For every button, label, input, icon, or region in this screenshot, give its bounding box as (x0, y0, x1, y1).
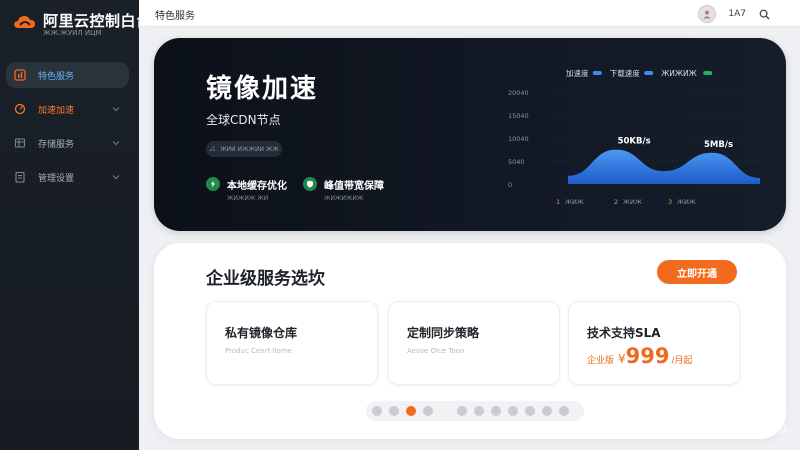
card-title: 技术支持SLA (587, 326, 661, 340)
legend-swatch (703, 71, 713, 75)
bolt-icon (206, 177, 220, 191)
brand-subtitle: ЖЖ.ЖУИЛ ИЦМ (43, 29, 102, 37)
app-root: 阿里云控制白台 ЖЖ.ЖУИЛ ИЦМ 特色服务 加速加速 存储服务 管理设置 … (0, 0, 800, 450)
price-currency: ¥ (618, 352, 626, 366)
hero-tag-text: ЖИИ ИЖЖИИ ЖЖ (220, 145, 279, 153)
shield-icon (303, 177, 317, 191)
data-label: 50KB/s (618, 137, 651, 147)
page-title: 特色服务 (155, 11, 195, 22)
card-title: 定制同步策略 (407, 326, 480, 340)
feature-local-cache: 本地缓存优化 ЖИЖИЖ ЖИ (206, 177, 287, 202)
pager-dot[interactable] (491, 406, 501, 416)
sidebar-item-acceleration[interactable]: 加速加速 (6, 96, 129, 122)
sidebar-item-management[interactable]: 管理设置 (6, 164, 129, 190)
pager-dot[interactable] (559, 406, 569, 416)
pager-dot[interactable] (406, 406, 416, 416)
price-unit: /月起 (671, 356, 693, 366)
topbar-actions: 1A7 (698, 5, 770, 23)
sidebar-item-label: 加速加速 (38, 105, 75, 116)
y-tick-label: 0 (508, 181, 512, 189)
download-speed-area (568, 149, 760, 184)
feature-desc: ЖИЖИЖИЖ (324, 195, 364, 202)
service-card-sync-strategy[interactable]: 定制同步策略 Aeose Olce Toon (388, 301, 560, 385)
legend-swatch (592, 71, 602, 75)
pager-dot[interactable] (508, 406, 518, 416)
x-tick-label: ЖИЖ (623, 198, 642, 206)
x-tick-label: ЖИЖ (677, 198, 696, 206)
hero-subtitle: 全球CDN节点 (206, 113, 281, 127)
enterprise-section: 企业级服务选坎 立即开通 私有镜像仓库 Produc Cenrt Ilome 定… (154, 243, 786, 439)
brand[interactable]: 阿里云控制白台 ЖЖ.ЖУИЛ ИЦМ (12, 8, 151, 38)
feature-title: 峰值带宽保障 (324, 181, 384, 192)
x-tick-marker: 2 (614, 198, 618, 206)
price-label: 企业版 ¥ 999 /月起 (587, 344, 693, 368)
search-icon[interactable] (758, 8, 770, 20)
speed-area-chart: 加速度 下载速度 ЖИЖИЖ 20040 15040 10040 5040 0 50KB/s… (508, 68, 770, 206)
sidebar-item-storage[interactable]: 存储服务 (6, 130, 129, 156)
hero-title: 镜像加速 (206, 74, 319, 104)
topbar: 特色服务 1A7 (139, 0, 800, 27)
legend-label: 下载速度 (610, 68, 640, 78)
activate-now-button[interactable]: 立即开通 (657, 260, 737, 284)
clipboard-icon (14, 171, 26, 183)
hero-banner: 镜像加速 全球CDN节点 ЖИИ ИЖЖИИ ЖЖ 本地缓存优化 ЖИЖИЖ Ж… (154, 38, 786, 231)
y-tick-label: 5040 (508, 158, 525, 166)
pager-dot[interactable] (474, 406, 484, 416)
y-tick-label: 20040 (508, 89, 529, 97)
section-title: 企业级服务选坎 (206, 269, 325, 289)
link-icon (209, 145, 216, 151)
legend-swatch (644, 71, 654, 75)
pager-dot[interactable] (542, 406, 552, 416)
pager-dot[interactable] (389, 406, 399, 416)
sidebar-item-label: 存储服务 (38, 139, 75, 150)
data-label: 5MB/s (704, 140, 733, 150)
carousel-pager (366, 401, 584, 421)
watermark: 豆包AI生成 (743, 426, 788, 436)
feature-title: 本地缓存优化 (227, 181, 287, 192)
chevron-down-icon[interactable] (111, 104, 121, 114)
sidebar: 阿里云控制白台 ЖЖ.ЖУИЛ ИЦМ 特色服务 加速加速 存储服务 管理设置 (0, 0, 151, 450)
brand-title: 阿里云控制白台 (43, 12, 152, 30)
chevron-down-icon[interactable] (111, 138, 121, 148)
legend-label: ЖИЖИЖ (661, 69, 696, 78)
x-tick-label: ЖИЖ (565, 198, 584, 206)
x-tick-marker: 1 (556, 198, 560, 206)
y-tick-label: 15040 (508, 112, 529, 120)
pager-dot[interactable] (423, 406, 433, 416)
avatar-icon[interactable] (698, 5, 717, 23)
sidebar-nav: 特色服务 加速加速 存储服务 管理设置 (0, 62, 139, 198)
price-amount: 999 (625, 344, 670, 368)
cloud-logo-icon (14, 15, 36, 28)
user-label[interactable]: 1A7 (728, 9, 746, 19)
pager-dot[interactable] (372, 406, 382, 416)
card-subtitle: Produc Cenrt Ilome (225, 347, 292, 355)
legend-label: 加速度 (566, 68, 589, 78)
sidebar-item-label: 特色服务 (38, 71, 75, 82)
feature-desc: ЖИЖИЖ ЖИ (227, 195, 269, 202)
sidebar-item-featured-services[interactable]: 特色服务 (6, 62, 129, 88)
price-prefix: 企业版 (587, 356, 615, 366)
hero-tag-pill[interactable]: ЖИИ ИЖЖИИ ЖЖ (206, 141, 282, 157)
feature-bandwidth: 峰值带宽保障 ЖИЖИЖИЖ (303, 177, 384, 202)
sidebar-item-label: 管理设置 (38, 173, 75, 184)
table-icon (14, 137, 26, 149)
card-subtitle: Aeose Olce Toon (407, 347, 465, 355)
service-card-tech-support-sla[interactable]: 技术支持SLA 企业版 ¥ 999 /月起 (568, 301, 740, 385)
y-tick-label: 10040 (508, 135, 529, 143)
pager-dot[interactable] (457, 406, 467, 416)
service-card-private-registry[interactable]: 私有镜像仓库 Produc Cenrt Ilome (206, 301, 378, 385)
chevron-down-icon[interactable] (111, 172, 121, 182)
pager-dot[interactable] (525, 406, 535, 416)
speed-icon (14, 103, 26, 115)
x-tick-marker: 3 (668, 198, 672, 206)
bar-chart-icon (14, 69, 26, 81)
card-title: 私有镜像仓库 (225, 326, 298, 340)
